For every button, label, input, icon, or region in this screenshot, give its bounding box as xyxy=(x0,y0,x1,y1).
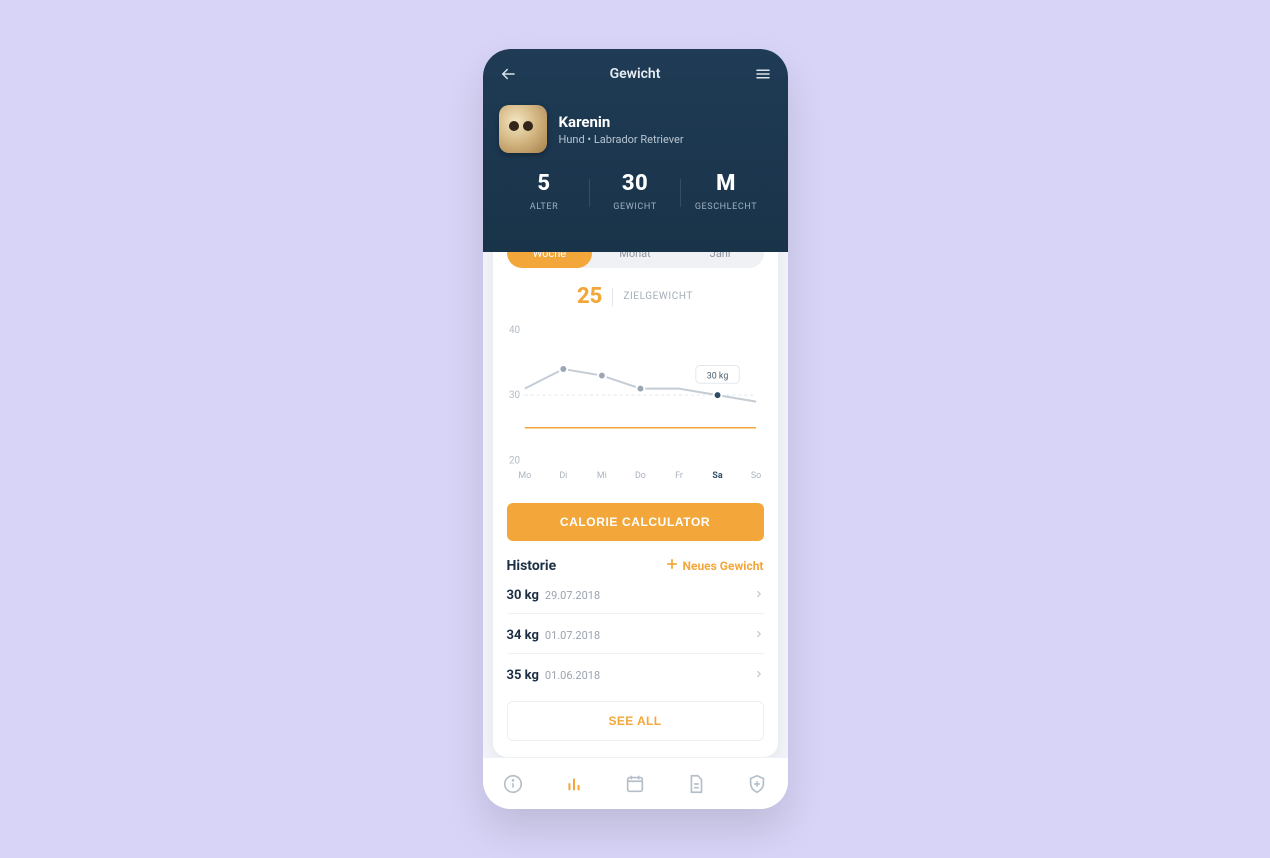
add-weight-label: Neues Gewicht xyxy=(683,559,764,573)
target-weight-value: 25 xyxy=(577,284,602,309)
history-item-weight: 35 kg xyxy=(507,668,539,683)
stat-weight: 30 GEWICHT xyxy=(590,171,681,212)
pet-profile: Karenin Hund • Labrador Retriever xyxy=(499,105,772,153)
tab-calendar[interactable] xyxy=(615,764,655,804)
history-title: Historie xyxy=(507,558,557,574)
back-arrow-icon[interactable] xyxy=(499,65,517,83)
menu-icon[interactable] xyxy=(754,65,772,83)
target-divider xyxy=(612,288,613,306)
chevron-right-icon xyxy=(754,584,764,603)
weight-card: Woche Monat Jahr 25 ZIELGEWICHT 20304030… xyxy=(493,224,778,757)
target-weight-row: 25 ZIELGEWICHT xyxy=(507,284,764,309)
phone-frame: Gewicht Karenin Hund • Labrador Retrieve… xyxy=(483,49,788,809)
pet-avatar[interactable] xyxy=(499,105,547,153)
chevron-right-icon xyxy=(754,664,764,683)
page-title: Gewicht xyxy=(610,66,661,82)
tab-shield[interactable] xyxy=(737,764,777,804)
svg-text:40: 40 xyxy=(508,325,519,336)
history-item[interactable]: 30 kg 29.07.2018 xyxy=(507,574,764,614)
info-icon xyxy=(502,773,524,795)
calendar-icon xyxy=(624,773,646,795)
tab-stats[interactable] xyxy=(554,764,594,804)
history-item-date: 29.07.2018 xyxy=(545,589,600,602)
tab-bar xyxy=(483,757,788,809)
chevron-right-icon xyxy=(754,624,764,643)
history-list: 30 kg 29.07.2018 34 kg 01.07.2018 35 kg 01.06… xyxy=(507,574,764,693)
history-item-date: 01.07.2018 xyxy=(545,629,600,642)
target-weight-label: ZIELGEWICHT xyxy=(623,291,693,302)
svg-text:Mo: Mo xyxy=(518,471,531,481)
history-item-date: 01.06.2018 xyxy=(545,669,600,682)
svg-text:20: 20 xyxy=(508,455,519,466)
history-item-weight: 30 kg xyxy=(507,588,539,603)
calorie-calculator-button[interactable]: CALORIE CALCULATOR xyxy=(507,503,764,541)
add-weight-button[interactable]: Neues Gewicht xyxy=(665,557,764,574)
svg-text:30 kg: 30 kg xyxy=(706,371,728,381)
stat-age-value: 5 xyxy=(499,171,590,196)
history-item[interactable]: 35 kg 01.06.2018 xyxy=(507,654,764,693)
history-item-weight: 34 kg xyxy=(507,628,539,643)
header-bar: Gewicht xyxy=(499,65,772,83)
pet-name: Karenin xyxy=(559,113,684,131)
weight-chart: 20 30 40 30 kg Mo Di Mi Do Fr Sa So xyxy=(507,325,764,485)
shield-plus-icon xyxy=(746,773,768,795)
stat-weight-label: GEWICHT xyxy=(590,202,681,212)
document-icon xyxy=(685,773,707,795)
plus-icon xyxy=(665,557,679,574)
stats-icon xyxy=(563,773,585,795)
svg-text:Do: Do xyxy=(634,471,645,481)
weight-chart-svg[interactable]: 20 30 40 30 kg Mo Di Mi Do Fr Sa So xyxy=(507,325,764,485)
tab-document[interactable] xyxy=(676,764,716,804)
tab-info[interactable] xyxy=(493,764,533,804)
pet-profile-text: Karenin Hund • Labrador Retriever xyxy=(559,113,684,146)
svg-text:Mi: Mi xyxy=(596,471,606,481)
stat-sex-value: M xyxy=(681,171,772,196)
stat-age-label: ALTER xyxy=(499,202,590,212)
header: Gewicht Karenin Hund • Labrador Retrieve… xyxy=(483,49,788,252)
history-header: Historie Neues Gewicht xyxy=(507,557,764,574)
stat-weight-value: 30 xyxy=(590,171,681,196)
svg-text:So: So xyxy=(750,471,760,481)
see-all-button[interactable]: SEE ALL xyxy=(507,701,764,741)
svg-text:Sa: Sa xyxy=(712,471,722,481)
svg-text:Fr: Fr xyxy=(675,471,683,481)
svg-text:Di: Di xyxy=(559,471,567,481)
svg-text:30: 30 xyxy=(508,390,519,401)
stat-age: 5 ALTER xyxy=(499,171,590,212)
stat-sex: M GESCHLECHT xyxy=(681,171,772,212)
pet-stats: 5 ALTER 30 GEWICHT M GESCHLECHT xyxy=(499,171,772,212)
stat-sex-label: GESCHLECHT xyxy=(681,202,772,212)
pet-meta: Hund • Labrador Retriever xyxy=(559,133,684,146)
history-item[interactable]: 34 kg 01.07.2018 xyxy=(507,614,764,654)
